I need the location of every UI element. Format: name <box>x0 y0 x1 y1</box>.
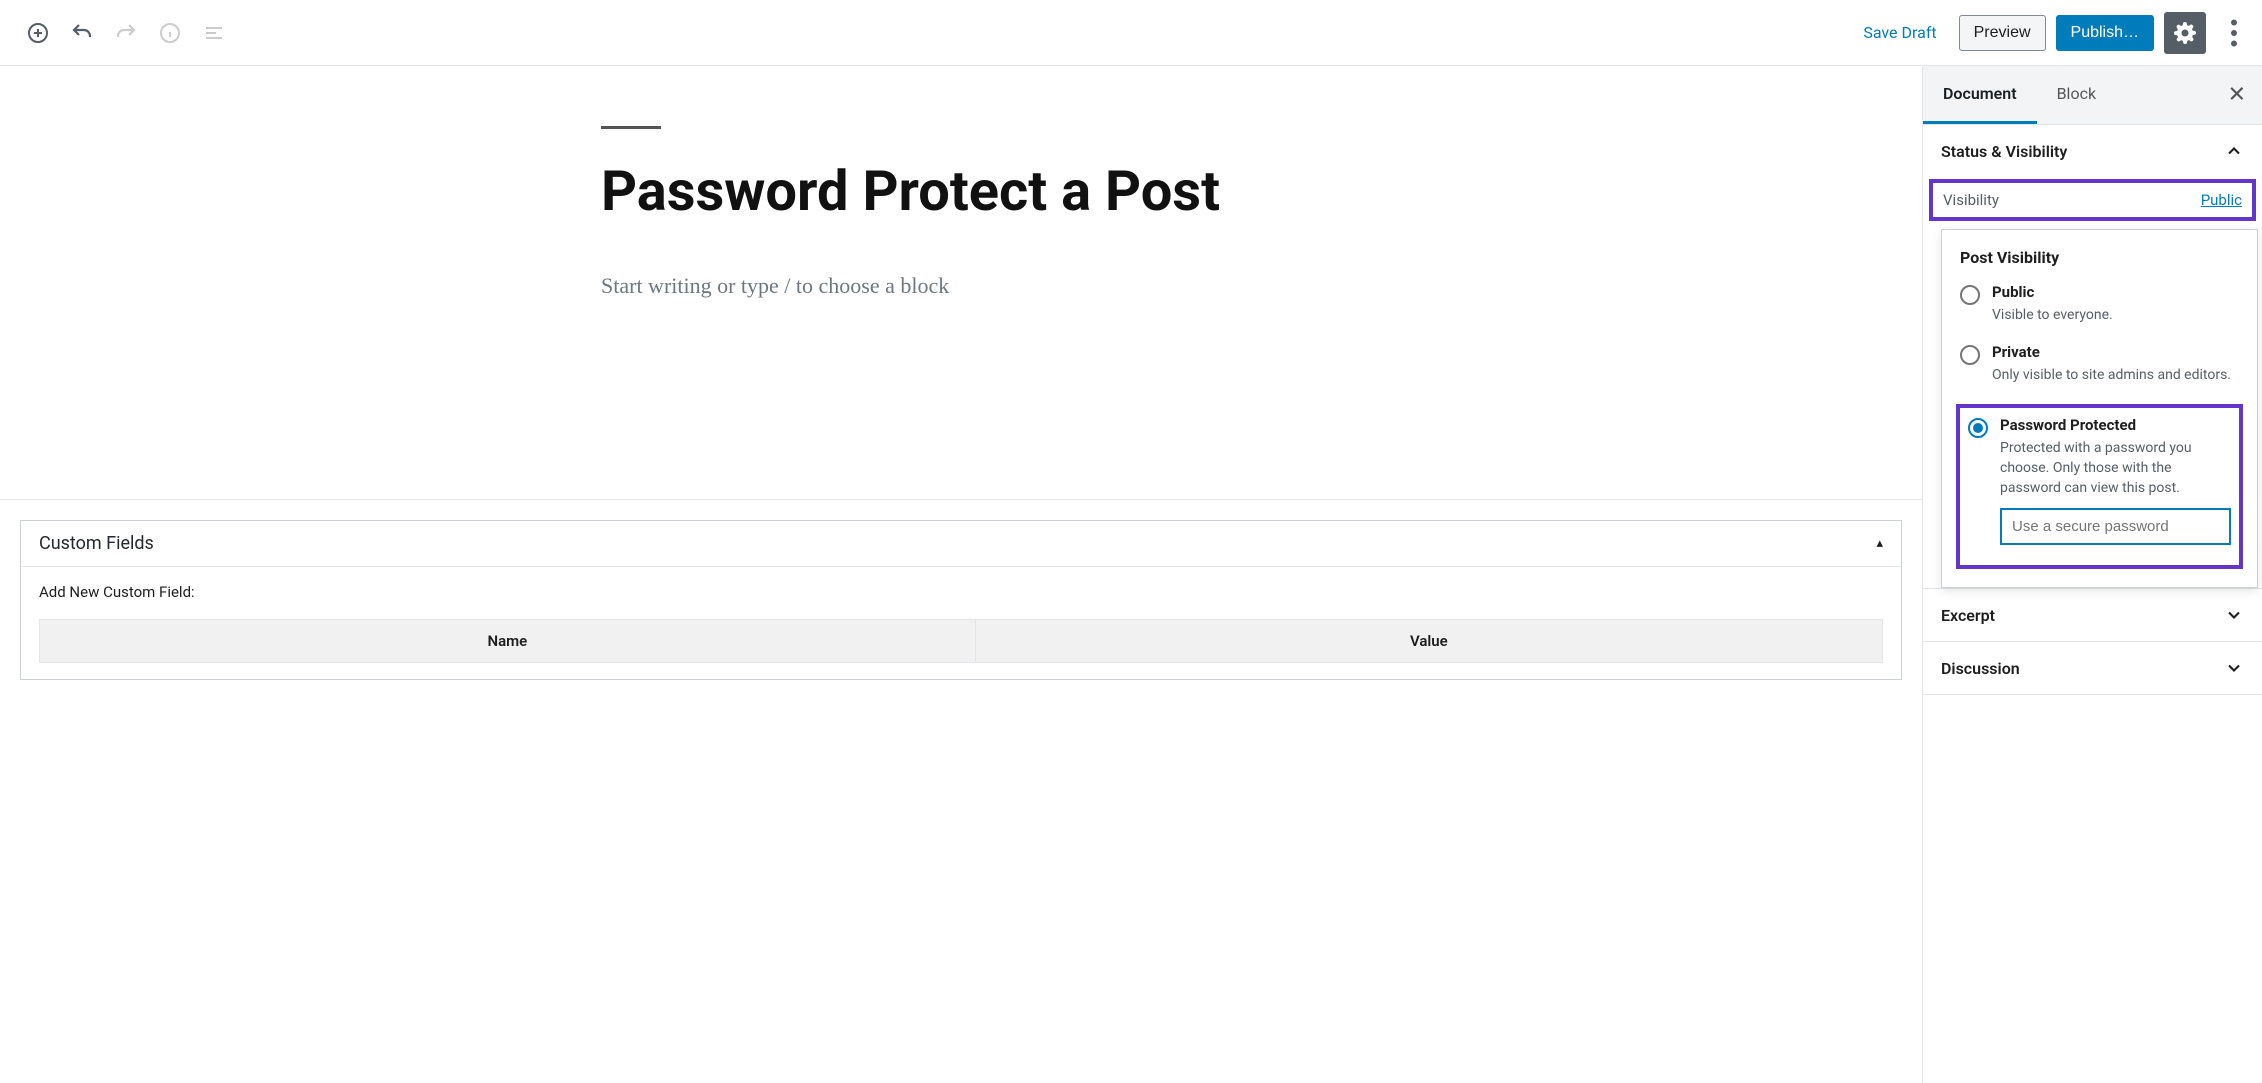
collapse-up-icon: ▴ <box>1876 536 1883 551</box>
custom-fields-table: Name Value <box>39 619 1883 663</box>
title-divider <box>601 126 661 129</box>
info-button[interactable] <box>152 15 188 51</box>
option-desc: Only visible to site admins and editors. <box>1992 365 2239 385</box>
list-icon <box>202 21 226 45</box>
radio-icon <box>1960 285 1980 305</box>
discussion-panel: Discussion <box>1923 642 2262 695</box>
chevron-down-icon <box>2224 658 2244 678</box>
visibility-option-public[interactable]: Public Visible to everyone. <box>1960 283 2239 325</box>
password-option-highlight: Password Protected Protected with a pass… <box>1956 404 2243 570</box>
settings-button[interactable] <box>2164 12 2206 54</box>
password-input[interactable] <box>2000 508 2231 545</box>
custom-fields-header[interactable]: Custom Fields ▴ <box>21 521 1901 567</box>
sidebar-tabs: Document Block ✕ <box>1923 66 2262 125</box>
radio-selected-icon <box>1968 418 1988 438</box>
add-block-button[interactable] <box>20 15 56 51</box>
toolbar-left <box>10 15 232 51</box>
undo-button[interactable] <box>64 15 100 51</box>
chevron-up-icon <box>2224 141 2244 161</box>
discussion-title: Discussion <box>1941 659 2020 678</box>
cf-col-name: Name <box>40 620 976 663</box>
custom-fields-title: Custom Fields <box>39 533 154 554</box>
cf-col-value: Value <box>975 620 1882 663</box>
excerpt-panel: Excerpt <box>1923 589 2262 642</box>
more-options-button[interactable] <box>2216 15 2252 51</box>
save-draft-link[interactable]: Save Draft <box>1851 23 1948 42</box>
plus-circle-icon <box>26 21 50 45</box>
post-visibility-popover: Post Visibility Public Visible to everyo… <box>1941 229 2258 588</box>
dots-vertical-icon <box>2216 15 2252 51</box>
chevron-down-icon <box>2224 605 2244 625</box>
info-icon <box>158 21 182 45</box>
visibility-option-password[interactable]: Password Protected Protected with a pass… <box>1968 416 2231 546</box>
editor-area: Password Protect a Post Start writing or… <box>0 66 1922 1083</box>
status-visibility-panel: Status & Visibility Visibility Public Po… <box>1923 125 2262 589</box>
block-placeholder[interactable]: Start writing or type / to choose a bloc… <box>601 273 1321 299</box>
excerpt-title: Excerpt <box>1941 606 1995 625</box>
visibility-highlight: Visibility Public <box>1929 179 2256 221</box>
outline-button[interactable] <box>196 15 232 51</box>
visibility-option-private[interactable]: Private Only visible to site admins and … <box>1960 343 2239 385</box>
tab-document[interactable]: Document <box>1923 66 2037 124</box>
radio-icon <box>1960 345 1980 365</box>
close-icon: ✕ <box>2228 83 2246 108</box>
option-desc: Protected with a password you choose. On… <box>2000 438 2231 499</box>
option-label: Private <box>1992 343 2239 361</box>
gear-icon <box>2173 21 2197 45</box>
visibility-value-link[interactable]: Public <box>2201 191 2242 209</box>
preview-button[interactable]: Preview <box>1959 15 2046 51</box>
visibility-label: Visibility <box>1943 191 1999 209</box>
option-label: Password Protected <box>2000 416 2231 434</box>
toolbar-right: Save Draft Preview Publish… <box>1851 12 2252 54</box>
undo-icon <box>70 21 94 45</box>
add-new-custom-field-label: Add New Custom Field: <box>39 583 1883 601</box>
close-sidebar-button[interactable]: ✕ <box>2220 79 2254 112</box>
top-toolbar: Save Draft Preview Publish… <box>0 0 2262 66</box>
status-visibility-header[interactable]: Status & Visibility <box>1923 125 2262 177</box>
option-desc: Visible to everyone. <box>1992 305 2239 325</box>
publish-button[interactable]: Publish… <box>2056 15 2154 51</box>
status-visibility-title: Status & Visibility <box>1941 142 2067 161</box>
post-title[interactable]: Password Protect a Post <box>601 159 1321 223</box>
post-visibility-title: Post Visibility <box>1960 248 2239 267</box>
redo-icon <box>114 21 138 45</box>
option-label: Public <box>1992 283 2239 301</box>
settings-sidebar: Document Block ✕ Status & Visibility Vis… <box>1922 66 2262 1083</box>
custom-fields-section: Custom Fields ▴ Add New Custom Field: Na… <box>0 499 1922 680</box>
redo-button[interactable] <box>108 15 144 51</box>
tab-block[interactable]: Block <box>2037 66 2116 124</box>
excerpt-header[interactable]: Excerpt <box>1923 589 2262 641</box>
discussion-header[interactable]: Discussion <box>1923 642 2262 694</box>
